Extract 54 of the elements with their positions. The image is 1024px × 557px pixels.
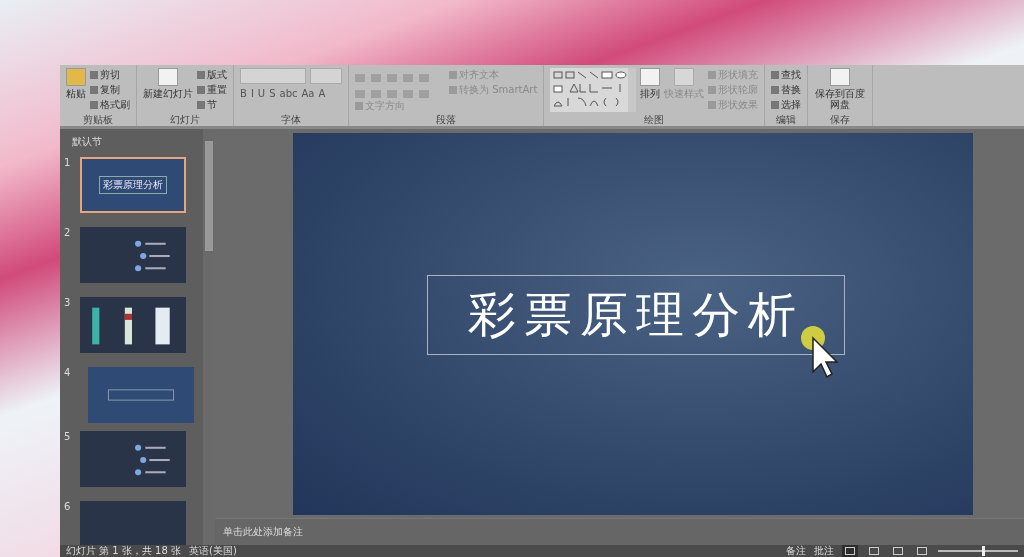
shapes-gallery[interactable] xyxy=(550,68,637,112)
format-button[interactable]: abc xyxy=(279,88,298,99)
view-button[interactable] xyxy=(890,545,906,557)
ribbon-button[interactable]: 重置 xyxy=(197,83,227,97)
slide-number: 1 xyxy=(64,157,72,170)
slide-number: 6 xyxy=(64,501,72,514)
slide-thumbnail[interactable] xyxy=(80,227,186,283)
ribbon-button[interactable]: 节 xyxy=(197,98,227,112)
font-size-field[interactable] xyxy=(310,68,342,84)
section-label[interactable]: 默认节 xyxy=(72,135,203,149)
scrollbar[interactable] xyxy=(203,129,215,545)
slide-count-text: 幻灯片 第 1 张，共 18 张 xyxy=(66,545,181,557)
format-button[interactable]: Aa xyxy=(301,88,315,99)
format-button[interactable]: I xyxy=(250,88,254,99)
view-button[interactable] xyxy=(914,545,930,557)
slide-title: 彩票原理分析 xyxy=(468,285,804,344)
group-label: 绘图 xyxy=(643,114,666,126)
view-button[interactable] xyxy=(866,545,882,557)
slide-thumbnail[interactable] xyxy=(80,431,186,487)
slide-thumbnail[interactable] xyxy=(80,297,186,353)
slide-thumbnail[interactable] xyxy=(80,501,186,545)
ribbon-button[interactable]: 替换 xyxy=(771,83,802,97)
slide-number: 3 xyxy=(64,297,72,310)
slide-number: 2 xyxy=(64,227,72,240)
ribbon-button[interactable]: 剪切 xyxy=(90,68,130,82)
ribbon-button[interactable]: 新建幻灯片 xyxy=(143,68,193,114)
view-button[interactable] xyxy=(842,545,858,557)
slide-number: 5 xyxy=(64,431,72,444)
format-button[interactable]: U xyxy=(257,88,266,99)
notes-field[interactable]: 单击此处添加备注 xyxy=(215,518,1024,545)
ribbon-button[interactable]: 排列 xyxy=(640,68,661,114)
ribbon-button[interactable]: 保存到百度网盘 xyxy=(814,68,867,114)
ribbon-button[interactable]: 选择 xyxy=(771,98,802,112)
slide-number: 4 xyxy=(64,367,72,380)
ribbon-button[interactable]: 复制 xyxy=(90,83,130,97)
group-label: 幻灯片 xyxy=(169,114,201,126)
ribbon-button[interactable]: 格式刷 xyxy=(90,98,130,112)
group-label: 保存 xyxy=(829,114,852,126)
slide-thumbnail[interactable]: 彩票原理分析 xyxy=(80,157,186,213)
ribbon-button[interactable]: 粘贴 xyxy=(66,68,86,114)
group-label: 编辑 xyxy=(775,114,798,126)
group-label: 段落 xyxy=(435,114,458,126)
format-button[interactable]: B xyxy=(240,88,247,99)
format-button[interactable]: A xyxy=(318,88,326,99)
group-label: 剪贴板 xyxy=(82,114,114,126)
language-indicator[interactable]: 英语(美国) xyxy=(189,545,237,557)
group-label: 字体 xyxy=(280,114,302,126)
ribbon-button[interactable]: 查找 xyxy=(771,68,802,82)
format-button[interactable]: S xyxy=(269,88,276,99)
slide-thumbnail[interactable] xyxy=(88,367,194,423)
ribbon-button[interactable]: 版式 xyxy=(197,68,227,82)
font-name-field[interactable] xyxy=(240,68,306,84)
notes-button[interactable]: 备注 xyxy=(786,545,806,557)
comments-button[interactable]: 批注 xyxy=(814,545,834,557)
